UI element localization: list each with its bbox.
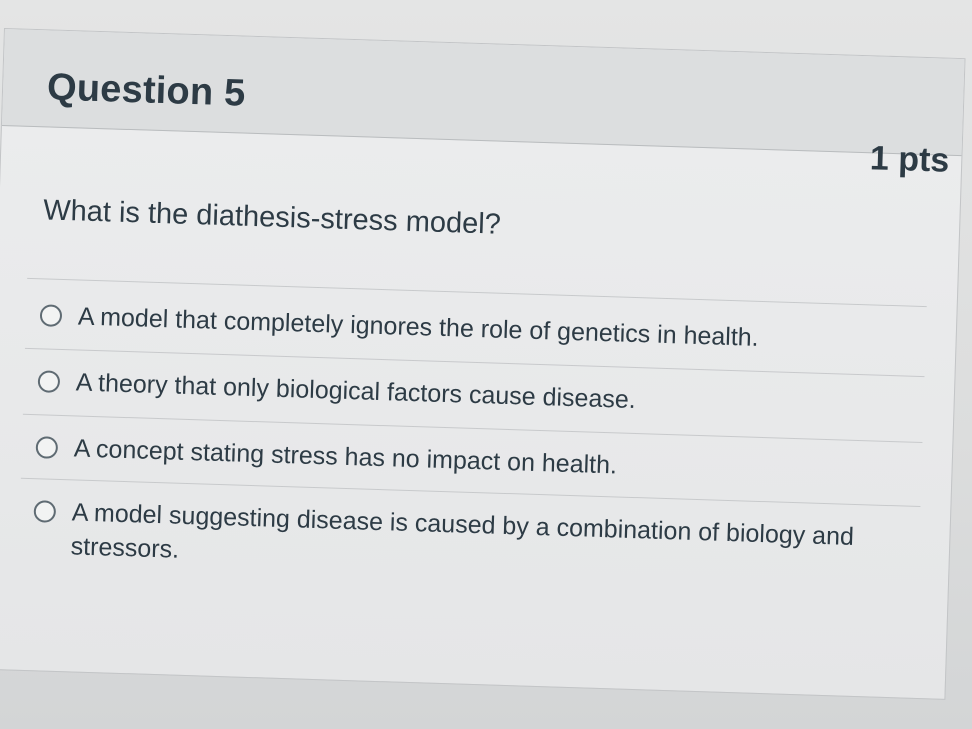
radio-button[interactable] bbox=[33, 500, 57, 523]
answer-label[interactable]: A model suggesting disease is caused by … bbox=[70, 495, 902, 589]
question-card: Question 5 1 pts What is the diathesis-s… bbox=[0, 28, 966, 700]
answer-option-4[interactable]: A model suggesting disease is caused by … bbox=[32, 494, 914, 590]
screen: Question 5 1 pts What is the diathesis-s… bbox=[0, 0, 972, 729]
radio-button[interactable] bbox=[35, 436, 59, 459]
question-title: Question 5 bbox=[46, 66, 247, 115]
radio-button[interactable] bbox=[37, 370, 61, 393]
question-points: 1 pts bbox=[869, 139, 950, 180]
answer-option-2[interactable]: A theory that only biological factors ca… bbox=[37, 364, 918, 426]
answer-label[interactable]: A model that completely ignores the role… bbox=[77, 299, 760, 354]
question-prompt: What is the diathesis-stress model? bbox=[42, 194, 502, 241]
question-header: Question 5 1 pts bbox=[1, 29, 965, 180]
answer-label[interactable]: A theory that only biological factors ca… bbox=[75, 365, 636, 417]
answer-option-1[interactable]: A model that completely ignores the role… bbox=[39, 298, 920, 360]
answer-label[interactable]: A concept stating stress has no impact o… bbox=[73, 431, 617, 482]
radio-button[interactable] bbox=[39, 304, 63, 327]
